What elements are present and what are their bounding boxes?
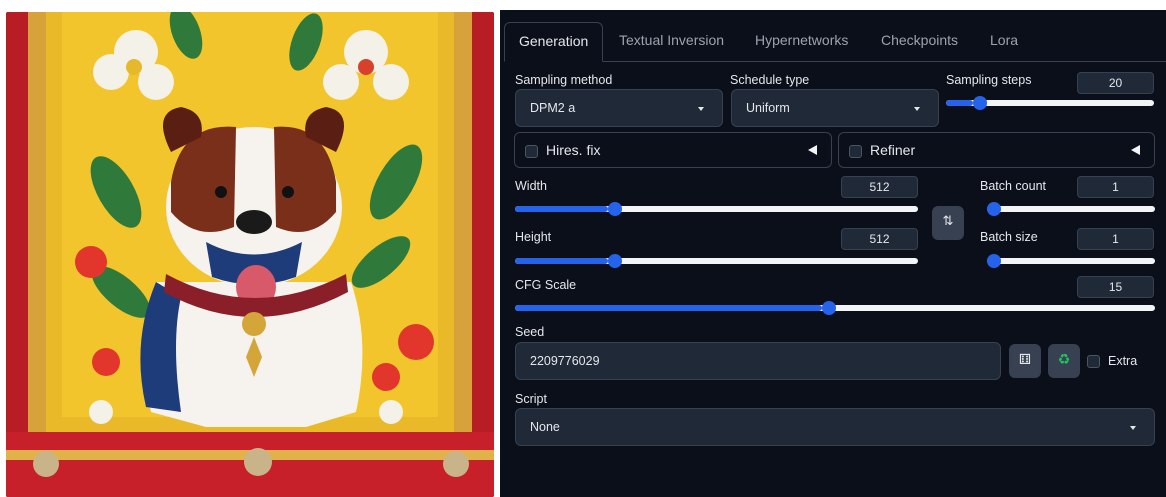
cfg-scale-label: CFG Scale [515,278,577,292]
chevron-down-icon [914,107,920,111]
batch-count-label: Batch count [980,179,1047,193]
slider-thumb[interactable] [987,202,1001,216]
script-label: Script [515,392,547,406]
hires-fix-checkbox[interactable] [525,145,538,158]
batch-size-input[interactable]: 1 [1077,228,1154,250]
slider-thumb[interactable] [987,254,1001,268]
chevron-down-icon [698,107,704,111]
cfg-scale-input[interactable]: 15 [1077,276,1154,298]
tab-lora[interactable]: Lora [990,32,1018,48]
generation-settings-panel: Generation Textual Inversion Hypernetwor… [500,10,1166,497]
extra-label: Extra [1108,354,1138,368]
swap-dimensions-button[interactable]: ⇅ [932,206,964,240]
seed-label: Seed [515,325,545,339]
tab-generation[interactable]: Generation [504,22,603,62]
sampling-method-dropdown[interactable]: DPM2 a [515,89,723,127]
batch-size-label: Batch size [980,230,1038,244]
dice-icon: ⚅ [1018,352,1032,368]
batch-size-slider[interactable] [987,254,1155,268]
height-input[interactable]: 512 [841,228,918,250]
refiner-label: Refiner [870,142,916,158]
sampling-steps-label: Sampling steps [946,73,1032,87]
tab-checkpoints[interactable]: Checkpoints [881,32,958,48]
tab-hypernetworks[interactable]: Hypernetworks [755,32,848,48]
schedule-type-dropdown[interactable]: Uniform [731,89,939,127]
hires-fix-accordion[interactable]: Hires. fix [514,132,832,168]
generated-image[interactable] [6,12,494,497]
bulldog-artwork-image [6,12,494,497]
script-value: None [530,420,560,434]
sampling-method-label: Sampling method [515,73,613,87]
schedule-type-value: Uniform [746,101,790,115]
tab-divider [602,61,1166,62]
width-slider[interactable] [515,202,918,216]
swap-vertical-icon: ⇅ [942,214,954,229]
triangle-left-icon[interactable] [808,145,817,155]
reuse-seed-button[interactable]: ♻ [1048,344,1080,378]
tab-bar: Generation Textual Inversion Hypernetwor… [500,10,1166,62]
random-seed-button[interactable]: ⚅ [1009,344,1041,378]
refiner-checkbox[interactable] [849,145,862,158]
height-slider[interactable] [515,254,918,268]
slider-thumb[interactable] [822,301,837,315]
height-label: Height [515,230,552,244]
slider-thumb[interactable] [607,254,622,268]
triangle-left-icon[interactable] [1131,145,1140,155]
batch-count-input[interactable]: 1 [1077,176,1154,198]
recycle-icon: ♻ [1057,352,1071,368]
sampling-method-value: DPM2 a [530,101,576,115]
tab-textual-inversion[interactable]: Textual Inversion [619,32,724,48]
width-input[interactable]: 512 [841,176,918,198]
slider-thumb[interactable] [607,202,622,216]
schedule-type-label: Schedule type [730,73,810,87]
hires-fix-label: Hires. fix [546,142,601,158]
chevron-down-icon [1130,426,1136,430]
width-label: Width [515,179,547,193]
sampling-steps-input[interactable]: 20 [1077,72,1154,94]
refiner-accordion[interactable]: Refiner [838,132,1155,168]
cfg-scale-slider[interactable] [515,301,1155,315]
sampling-steps-slider[interactable] [946,96,1154,110]
slider-thumb[interactable] [973,96,988,110]
extra-checkbox[interactable] [1087,355,1100,368]
script-dropdown[interactable]: None [515,408,1155,446]
seed-input[interactable]: 2209776029 [515,342,1001,380]
batch-count-slider[interactable] [987,202,1155,216]
